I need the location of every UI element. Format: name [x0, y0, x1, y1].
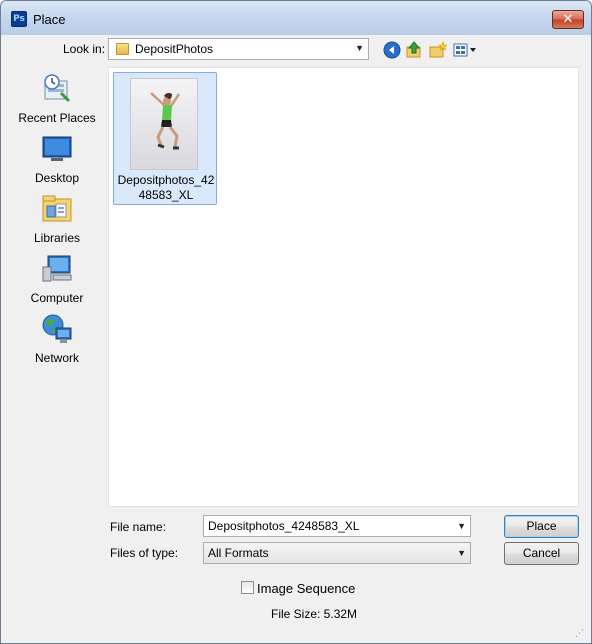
look-in-dropdown[interactable]: DepositPhotos ▼ — [108, 38, 369, 60]
look-in-value: DepositPhotos — [135, 42, 214, 56]
place-libraries[interactable]: Libraries — [7, 193, 107, 249]
title-bar[interactable]: Ps Place ✕ — [1, 1, 591, 35]
file-size-text: File Size: 5.32M — [271, 607, 358, 621]
place-label: Libraries — [33, 231, 81, 245]
recent-places-icon — [41, 73, 73, 105]
file-name-label: Depositphotos_4248583_XL — [117, 173, 215, 202]
network-icon — [41, 313, 73, 345]
file-name-value: Depositphotos_4248583_XL — [208, 519, 360, 533]
resize-grip-icon[interactable]: ⋰ — [575, 627, 587, 639]
file-name-label: File name: — [110, 520, 167, 534]
folder-icon — [116, 43, 129, 55]
file-list-view[interactable]: Depositphotos_4248583_XL — [108, 67, 579, 507]
libraries-icon — [41, 193, 73, 225]
chevron-down-icon: ▼ — [355, 43, 364, 53]
place-label: Computer — [30, 291, 84, 305]
image-sequence-label[interactable]: Image Sequence — [257, 581, 355, 596]
place-desktop[interactable]: Desktop — [7, 133, 107, 189]
close-button[interactable]: ✕ — [552, 10, 584, 29]
place-recent-places[interactable]: Recent Places — [7, 73, 107, 129]
up-folder-icon[interactable] — [405, 41, 423, 59]
file-item[interactable]: Depositphotos_4248583_XL — [113, 72, 217, 205]
desktop-icon — [41, 133, 73, 165]
file-thumbnail — [130, 78, 198, 170]
look-in-label: Look in: — [63, 42, 106, 56]
new-folder-icon[interactable] — [429, 41, 448, 59]
files-of-type-label: Files of type: — [110, 546, 179, 560]
cancel-button[interactable]: Cancel — [504, 542, 579, 565]
place-label: Desktop — [34, 171, 80, 185]
place-network[interactable]: Network — [7, 313, 107, 369]
photoshop-app-icon: Ps — [11, 11, 27, 27]
place-label: Recent Places — [18, 111, 96, 125]
window-title: Place — [33, 12, 66, 27]
place-label: Network — [34, 351, 79, 365]
chevron-down-icon[interactable]: ▼ — [457, 521, 466, 531]
files-of-type-select[interactable]: All Formats ▼ — [203, 542, 471, 564]
places-bar: Recent Places Desktop Libraries Computer… — [7, 67, 107, 507]
image-sequence-checkbox[interactable] — [241, 581, 254, 594]
back-icon[interactable] — [383, 41, 401, 59]
files-of-type-value: All Formats — [208, 546, 269, 560]
place-button[interactable]: Place — [504, 515, 579, 538]
chevron-down-icon: ▼ — [457, 548, 466, 558]
place-computer[interactable]: Computer — [7, 253, 107, 309]
view-menu-icon[interactable] — [453, 41, 479, 59]
file-name-field[interactable]: Depositphotos_4248583_XL ▼ — [203, 515, 471, 537]
place-dialog: Ps Place ✕ Look in: DepositPhotos ▼ Rece… — [0, 0, 592, 644]
computer-icon — [41, 253, 73, 285]
